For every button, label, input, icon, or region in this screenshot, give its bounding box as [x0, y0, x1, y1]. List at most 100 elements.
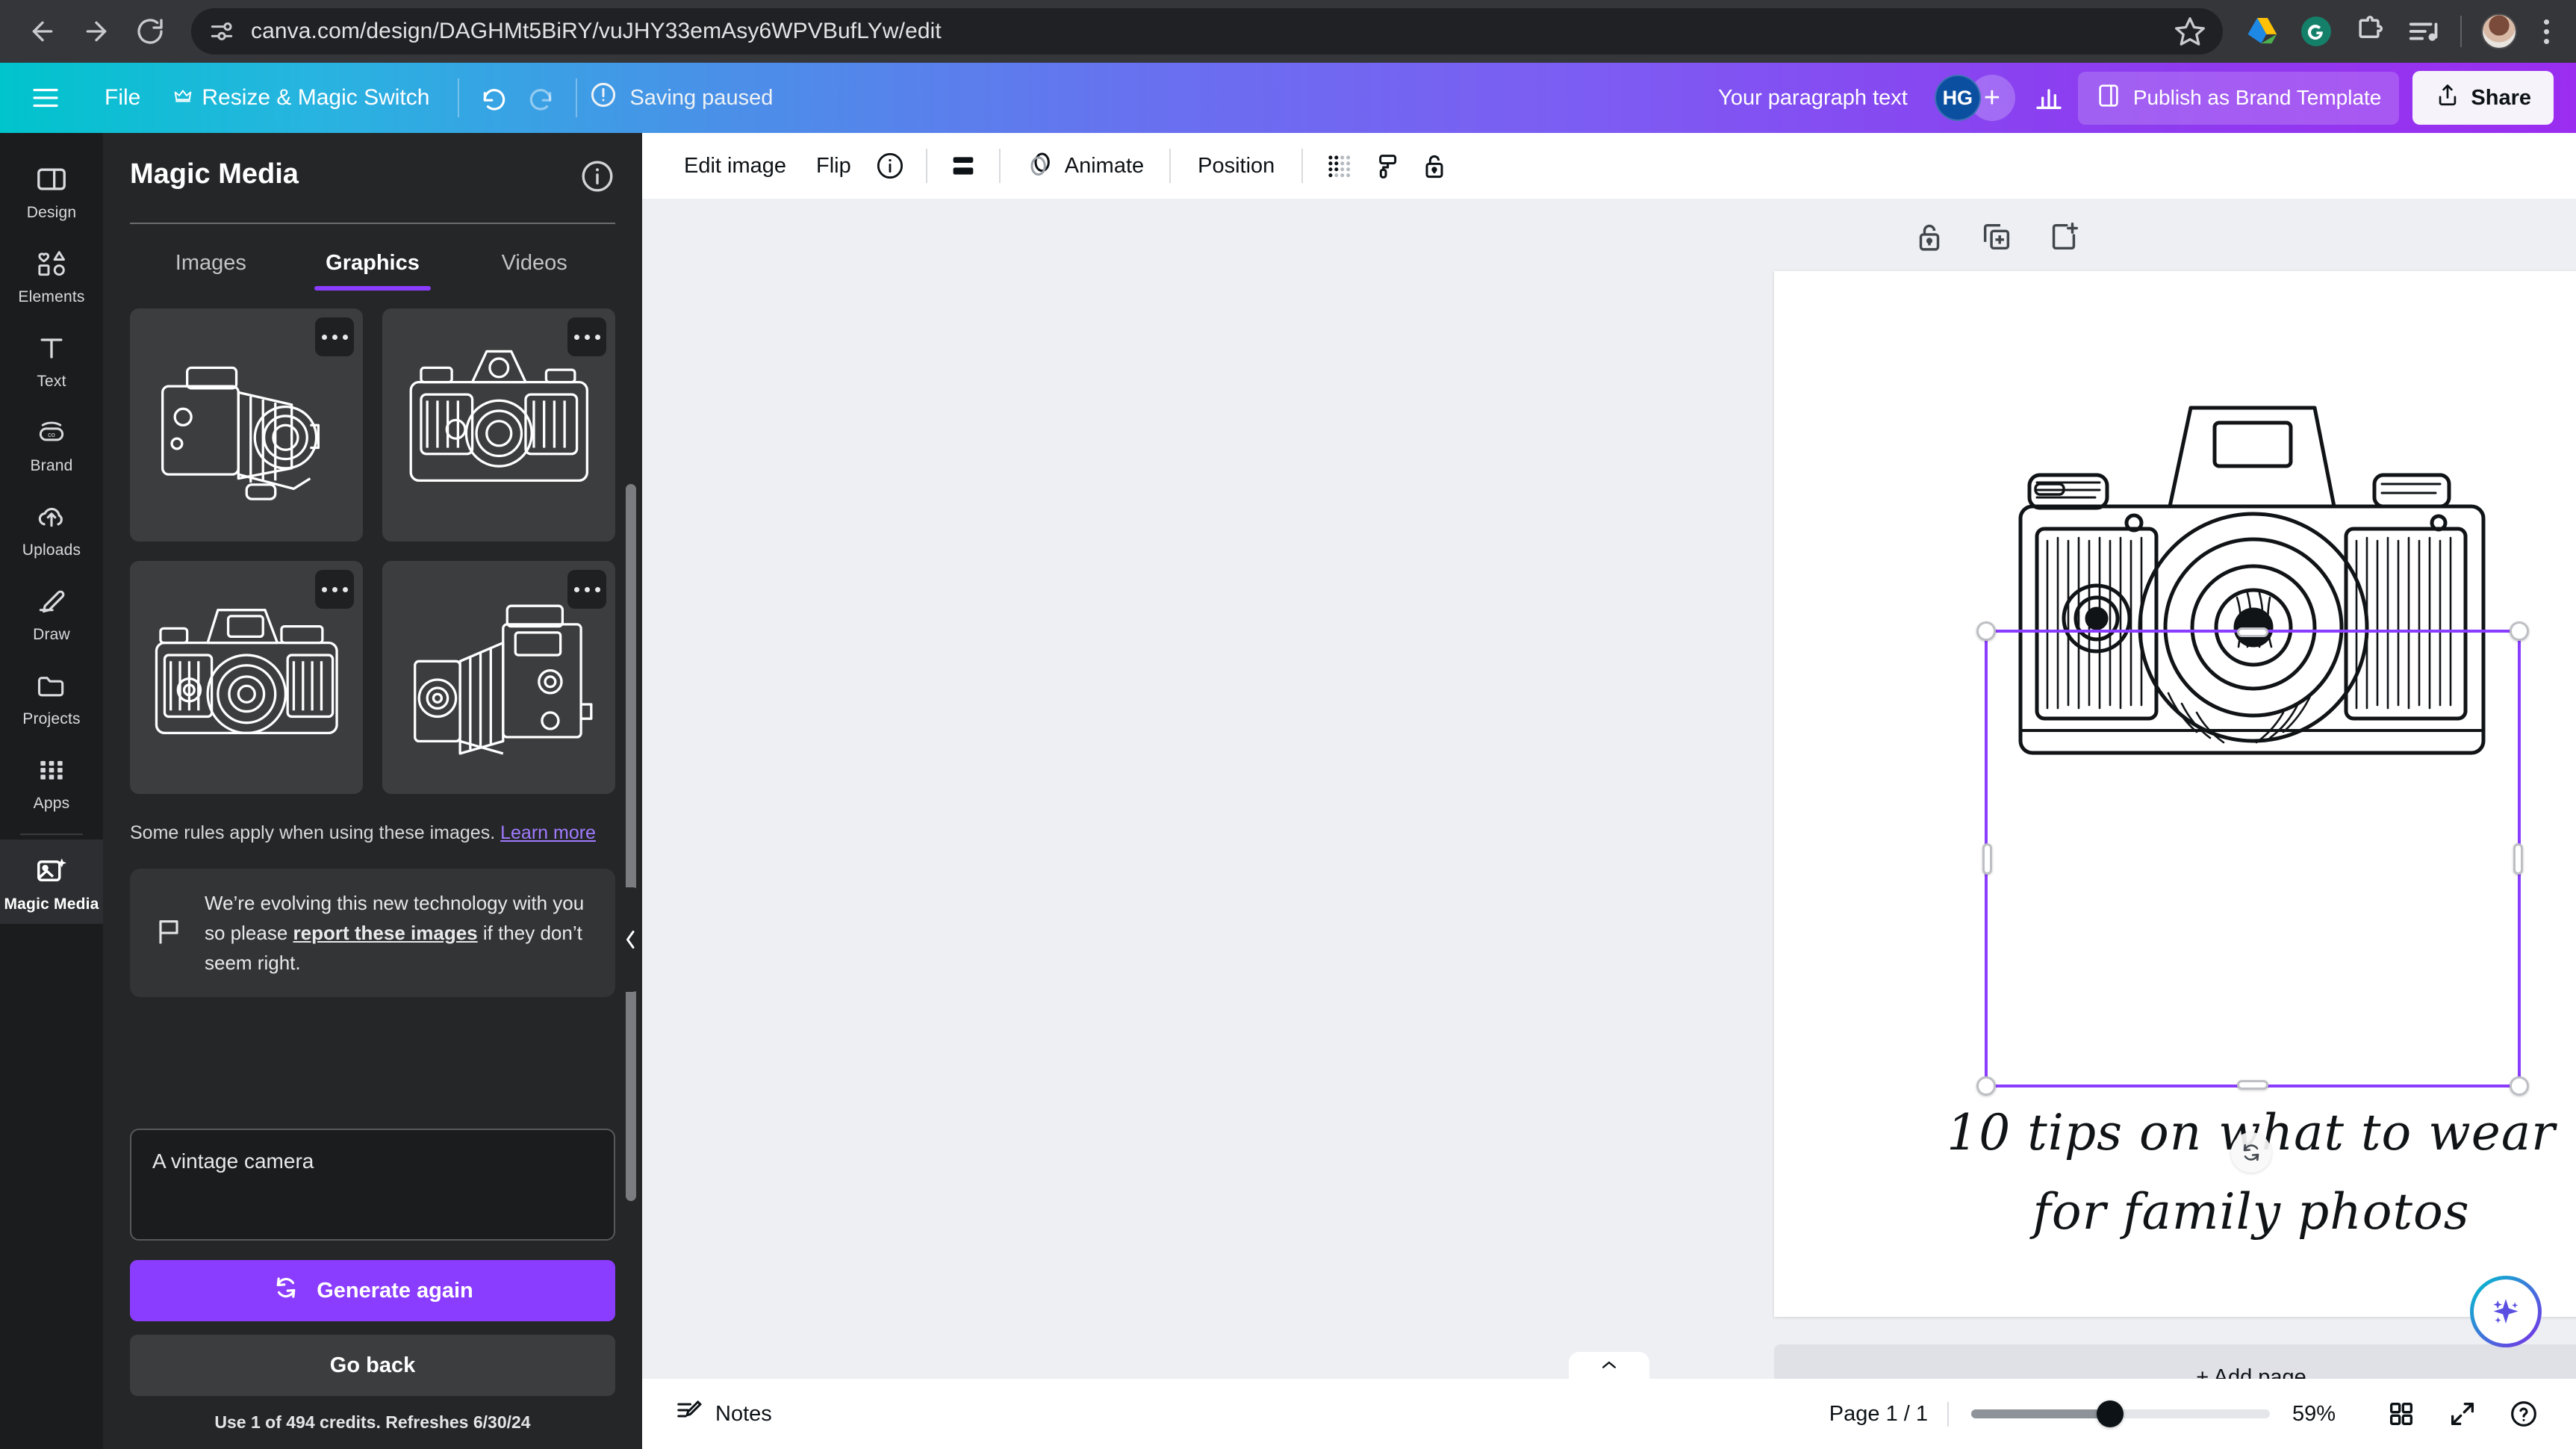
hide-pages-chevron[interactable] — [1569, 1352, 1649, 1379]
result-thumbnail-2[interactable] — [382, 308, 615, 542]
browser-address-bar[interactable]: canva.com/design/DAGHMt5BiRY/vuJHY33emAs… — [191, 8, 2223, 55]
media-playlist-icon[interactable] — [2407, 14, 2441, 49]
image-info-icon[interactable] — [866, 142, 914, 190]
file-menu-button[interactable]: File — [88, 75, 157, 120]
undo-icon[interactable] — [471, 75, 517, 121]
site-settings-icon[interactable] — [208, 17, 236, 46]
brand-icon: co — [34, 415, 69, 450]
publish-brand-template-button[interactable]: Publish as Brand Template — [2077, 71, 2400, 125]
sparkle-icon — [2493, 1299, 2519, 1324]
notes-button[interactable]: Notes — [675, 1397, 772, 1431]
header-divider — [458, 78, 460, 117]
transparency-icon[interactable] — [1315, 142, 1363, 190]
cloud-alert-icon — [589, 81, 617, 115]
sidebar-label-elements: Elements — [18, 288, 85, 305]
page-lock-icon[interactable] — [1912, 220, 1947, 254]
object-toolbar: Edit image Flip Animate Position — [642, 133, 2576, 199]
fullscreen-icon[interactable] — [2443, 1394, 2482, 1433]
thumbnail-more-icon[interactable] — [315, 317, 354, 356]
sidebar-item-magic-media[interactable]: Magic Media — [0, 840, 103, 924]
headline-line-2[interactable]: for family photos — [1774, 1183, 2576, 1241]
sidebar-item-uploads[interactable]: Uploads — [0, 485, 103, 570]
learn-more-link[interactable]: Learn more — [500, 822, 596, 843]
magic-studio-button[interactable] — [2470, 1276, 2542, 1347]
sidebar-item-brand[interactable]: co Brand — [0, 401, 103, 485]
usage-rules-text: Some rules apply when using these images… — [130, 819, 615, 846]
draw-icon — [34, 583, 69, 619]
color-roller-icon[interactable] — [1363, 142, 1410, 190]
browser-forward-button[interactable] — [73, 8, 119, 55]
panel-title: Magic Media — [130, 158, 299, 190]
flip-button[interactable]: Flip — [801, 145, 866, 187]
animate-button[interactable]: Animate — [1012, 140, 1157, 192]
google-drive-icon[interactable] — [2245, 14, 2280, 49]
help-icon[interactable] — [2504, 1394, 2543, 1433]
canva-header: File Resize & Magic Switch Saving paused… — [0, 63, 2576, 133]
browser-menu-icon[interactable] — [2536, 19, 2557, 44]
report-images-link[interactable]: report these images — [293, 922, 478, 944]
thumbnail-more-icon[interactable] — [567, 570, 606, 609]
position-button[interactable]: Position — [1183, 145, 1289, 187]
report-notice-text: We’re evolving this new technology with … — [205, 888, 593, 978]
sidebar-item-text[interactable]: Text — [0, 317, 103, 401]
tab-graphics[interactable]: Graphics — [292, 241, 454, 291]
add-page-icon[interactable] — [2047, 220, 2081, 254]
sidebar-item-elements[interactable]: Elements — [0, 232, 103, 317]
paragraph-text-label[interactable]: Your paragraph text — [1702, 86, 1924, 111]
headline-line-1[interactable]: 10 tips on what to wear — [1774, 1104, 2576, 1161]
sidebar-item-apps[interactable]: Apps — [0, 739, 103, 823]
panel-footer: A vintage camera Generate again Go back … — [103, 1111, 642, 1449]
collaborator-avatars: HG + — [1934, 75, 2015, 121]
main-menu-icon[interactable] — [22, 75, 69, 121]
resize-magic-switch-button[interactable]: Resize & Magic Switch — [157, 75, 446, 120]
page-tools — [1131, 220, 2087, 254]
grammarly-icon[interactable] — [2299, 14, 2333, 49]
rotate-handle-icon[interactable] — [2231, 1132, 2271, 1173]
text-icon — [34, 330, 69, 366]
panel-scrollbar[interactable] — [626, 484, 636, 1201]
canvas-area[interactable]: 10 tips on what to wear for family photo… — [642, 199, 2576, 1379]
spacing-icon[interactable] — [939, 142, 987, 190]
file-menu-label: File — [105, 85, 141, 110]
redo-icon[interactable] — [517, 75, 564, 121]
browser-profile-avatar[interactable] — [2481, 13, 2517, 49]
sidebar-item-projects[interactable]: Projects — [0, 654, 103, 739]
magic-media-icon — [34, 853, 69, 889]
edit-image-button[interactable]: Edit image — [669, 145, 801, 187]
result-thumbnail-1[interactable] — [130, 308, 363, 542]
sidebar-item-design[interactable]: Design — [0, 148, 103, 232]
lock-icon[interactable] — [1410, 142, 1458, 190]
go-back-button[interactable]: Go back — [130, 1335, 615, 1396]
browser-reload-button[interactable] — [127, 8, 173, 55]
tab-videos[interactable]: Videos — [453, 241, 615, 291]
add-page-button[interactable]: + Add page — [1774, 1344, 2576, 1379]
result-thumbnail-3[interactable] — [130, 561, 363, 794]
canva-header-right: Your paragraph text HG + Publish as Bran… — [1702, 71, 2554, 125]
panel-scroll-region[interactable]: Some rules apply when using these images… — [103, 291, 642, 1111]
prompt-input[interactable]: A vintage camera — [130, 1129, 615, 1241]
extensions-puzzle-icon[interactable] — [2353, 14, 2387, 49]
sidebar-item-draw[interactable]: Draw — [0, 570, 103, 654]
duplicate-page-icon[interactable] — [1979, 220, 2014, 254]
avatar[interactable]: HG — [1934, 75, 1981, 121]
browser-back-button[interactable] — [19, 8, 66, 55]
result-thumbnail-4[interactable] — [382, 561, 615, 794]
info-icon[interactable] — [579, 158, 615, 194]
share-button[interactable]: Share — [2412, 71, 2554, 125]
panel-tabs: Images Graphics Videos — [103, 241, 642, 291]
thumbnail-more-icon[interactable] — [567, 317, 606, 356]
saving-status-label: Saving paused — [629, 85, 774, 110]
insights-icon[interactable] — [2026, 75, 2072, 121]
generate-again-label: Generate again — [317, 1278, 473, 1303]
camera-artwork[interactable] — [1991, 394, 2513, 843]
zoom-slider-knob[interactable] — [2097, 1400, 2124, 1427]
uploads-icon — [34, 499, 69, 535]
zoom-slider[interactable] — [1971, 1400, 2270, 1427]
share-label: Share — [2471, 85, 2531, 110]
generate-again-button[interactable]: Generate again — [130, 1260, 615, 1321]
thumbnail-more-icon[interactable] — [315, 570, 354, 609]
tab-images[interactable]: Images — [130, 241, 292, 291]
collapse-panel-button[interactable] — [619, 887, 642, 992]
grid-view-icon[interactable] — [2382, 1394, 2421, 1433]
bookmark-icon[interactable] — [2174, 15, 2206, 48]
